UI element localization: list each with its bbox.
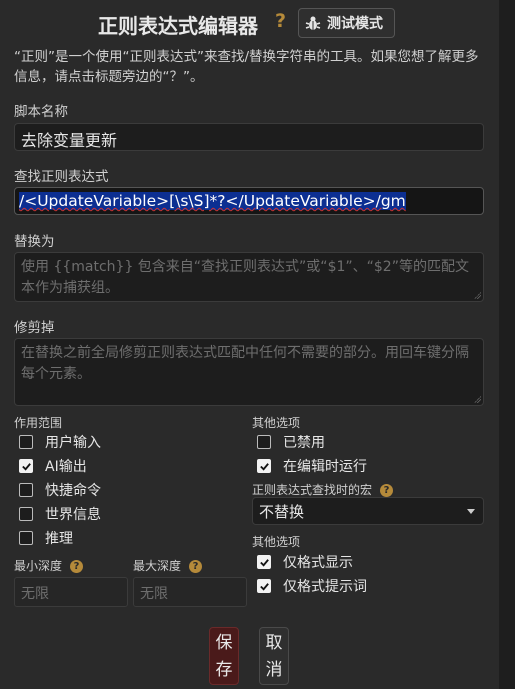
script-name-input[interactable]: 去除变量更新 (14, 123, 484, 151)
header: 正则表达式编辑器 ? 测试模式 (0, 8, 499, 38)
check-icon (259, 558, 269, 567)
checkbox-label: 仅格式提示词 (283, 579, 367, 595)
title-help-icon[interactable]: ? (275, 10, 286, 32)
checkbox-label: AI输出 (45, 459, 87, 475)
checkbox[interactable] (19, 435, 33, 449)
checkbox-label: 已禁用 (283, 435, 325, 451)
page-title: 正则表达式编辑器 (98, 14, 258, 38)
cancel-label-line2: 消 (265, 660, 283, 680)
help-icon[interactable]: ? (70, 560, 84, 573)
replace-with-textarea[interactable]: 使用 {{match}} 包含来自“查找正则表达式”或“$1”、“$2”等的匹配… (14, 252, 484, 302)
scope-reasoning[interactable]: 推理 (19, 528, 73, 548)
scrollbar[interactable] (499, 0, 515, 689)
max-depth-label: 最大深度? (133, 557, 203, 574)
cancel-button[interactable]: 取 消 (259, 627, 289, 685)
checkbox[interactable] (19, 459, 33, 473)
help-icon[interactable]: ? (189, 560, 203, 573)
macro-label: 正则表达式查找时的宏? (252, 481, 394, 498)
macro-label-text: 正则表达式查找时的宏 (252, 483, 373, 497)
scope-ai-output[interactable]: AI输出 (19, 456, 87, 476)
resize-handle[interactable] (474, 396, 481, 403)
save-button[interactable]: 保 存 (209, 627, 239, 685)
check-icon (259, 462, 269, 471)
bug-icon (305, 16, 321, 30)
checkbox-label: 在编辑时运行 (283, 459, 367, 475)
regex-editor-panel: 正则表达式编辑器 ? 测试模式 “正则”是一个使用“正则表达式”来查找/替换字符… (0, 0, 500, 689)
find-regex-label: 查找正则表达式 (14, 169, 109, 185)
checkbox[interactable] (19, 531, 33, 545)
min-depth-label: 最小深度? (14, 557, 84, 574)
other-options2-label: 其他选项 (252, 535, 301, 549)
option-run-on-edit[interactable]: 在编辑时运行 (257, 456, 367, 476)
checkbox-label: 仅格式显示 (283, 555, 353, 571)
chevron-down-icon (467, 509, 475, 514)
test-mode-label: 测试模式 (327, 16, 383, 32)
max-depth-input[interactable]: 无限 (133, 577, 247, 607)
save-label-line1: 保 (215, 633, 233, 653)
save-label-line2: 存 (215, 660, 233, 680)
checkbox[interactable] (257, 459, 271, 473)
scope-world-info[interactable]: 世界信息 (19, 504, 101, 524)
trim-out-label: 修剪掉 (14, 320, 55, 336)
checkbox-label: 用户输入 (45, 435, 101, 451)
script-name-label: 脚本名称 (14, 104, 68, 120)
description: “正则”是一个使用“正则表达式”来查找/替换字符串的工具。如果您想了解更多信息，… (14, 49, 479, 85)
replace-with-placeholder: 使用 {{match}} 包含来自“查找正则表达式”或“$1”、“$2”等的匹配… (21, 259, 469, 296)
max-depth-label-text: 最大深度 (133, 559, 182, 573)
test-mode-button[interactable]: 测试模式 (298, 8, 395, 38)
checkbox[interactable] (257, 555, 271, 569)
checkbox[interactable] (19, 507, 33, 521)
checkbox[interactable] (19, 483, 33, 497)
scope-label: 作用范围 (14, 416, 63, 430)
help-icon[interactable]: ? (380, 484, 394, 497)
check-icon (21, 462, 31, 471)
checkbox[interactable] (257, 435, 271, 449)
cancel-label-line1: 取 (265, 633, 283, 653)
trim-out-placeholder: 在替换之前全局修剪正则表达式匹配中任何不需要的部分。用回车键分隔每个元素。 (21, 345, 469, 382)
min-depth-placeholder: 无限 (21, 586, 49, 602)
resize-handle[interactable] (474, 292, 481, 299)
trim-out-textarea[interactable]: 在替换之前全局修剪正则表达式匹配中任何不需要的部分。用回车键分隔每个元素。 (14, 338, 484, 406)
checkbox-label: 快捷命令 (45, 483, 101, 499)
macro-select[interactable]: 不替换 (252, 497, 484, 525)
option-disabled[interactable]: 已禁用 (257, 432, 325, 452)
checkbox-label: 推理 (45, 531, 73, 547)
check-icon (259, 582, 269, 591)
min-depth-label-text: 最小深度 (14, 559, 63, 573)
macro-select-value: 不替换 (259, 503, 305, 521)
find-regex-input[interactable]: /<UpdateVariable>[\s\S]*?</UpdateVariabl… (14, 187, 484, 215)
checkbox-label: 世界信息 (45, 507, 101, 523)
replace-with-label: 替换为 (14, 234, 55, 250)
scope-user-input[interactable]: 用户输入 (19, 432, 101, 452)
find-regex-value: /<UpdateVariable>[\s\S]*?</UpdateVariabl… (19, 192, 406, 210)
scope-slash-commands[interactable]: 快捷命令 (19, 480, 101, 500)
checkbox[interactable] (257, 579, 271, 593)
min-depth-input[interactable]: 无限 (14, 577, 128, 607)
option-prompt-only[interactable]: 仅格式提示词 (257, 576, 367, 596)
max-depth-placeholder: 无限 (140, 586, 168, 602)
other-options-label: 其他选项 (252, 416, 301, 430)
option-markdown-only[interactable]: 仅格式显示 (257, 552, 353, 572)
